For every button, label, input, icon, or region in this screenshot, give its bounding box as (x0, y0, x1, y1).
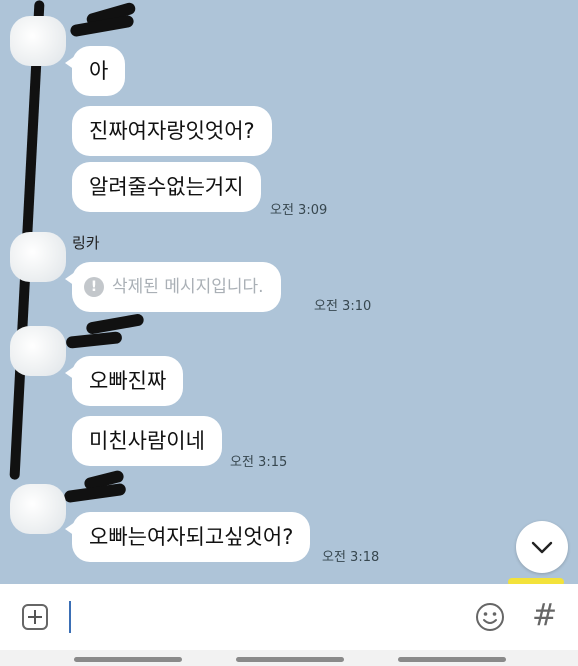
message-time: 오전 3:15 (230, 455, 288, 470)
sender-name: 링카 (72, 234, 100, 252)
message-bubble[interactable]: 아 (64, 46, 126, 96)
avatar[interactable] (10, 232, 66, 282)
message-time: 오전 3:09 (270, 203, 328, 218)
nav-recent-apps[interactable] (74, 657, 182, 662)
message-text: 오빠진짜 (89, 369, 167, 393)
plus-icon (28, 610, 42, 624)
deleted-message-bubble[interactable]: ! 삭제된 메시지입니다. (65, 262, 281, 312)
avatar[interactable] (10, 326, 66, 376)
message-text: 미친사람이네 (89, 429, 205, 453)
message-text: 알려줄수없는거지 (89, 175, 244, 199)
message-input[interactable] (69, 601, 71, 633)
message-bubble[interactable]: 미친사람이네 (72, 416, 222, 466)
redaction-scribble (63, 482, 127, 504)
attach-button[interactable] (22, 604, 48, 630)
redaction-scribble (65, 331, 123, 349)
scroll-to-bottom-button[interactable] (516, 521, 568, 573)
message-text: 오빠는여자되고싶엇어? (89, 525, 294, 549)
warning-icon: ! (84, 277, 104, 297)
emoji-button[interactable] (474, 601, 506, 633)
message-text: 삭제된 메시지입니다. (112, 277, 264, 297)
message-time: 오전 3:10 (314, 299, 372, 314)
message-time: 오전 3:18 (322, 550, 380, 565)
nav-home[interactable] (236, 657, 344, 662)
message-bubble[interactable]: 오빠진짜 (64, 356, 184, 406)
message-text: 아 (89, 59, 109, 83)
avatar[interactable] (10, 484, 66, 534)
message-bubble[interactable]: 알려줄수없는거지 (72, 162, 261, 212)
nav-back[interactable] (398, 657, 506, 662)
chat-area[interactable]: 아 진짜여자랑잇엇어? 알려줄수없는거지 오전 3:09 링카 ! 삭제된 메시지… (0, 0, 578, 584)
avatar[interactable] (10, 16, 66, 66)
emoji-icon (476, 603, 504, 631)
message-bubble[interactable]: 진짜여자랑잇엇어? (72, 106, 272, 156)
message-text: 진짜여자랑잇엇어? (89, 119, 255, 143)
message-bubble[interactable]: 오빠는여자되고싶엇어? (64, 512, 311, 562)
chevron-down-icon (531, 541, 553, 554)
hashtag-button[interactable]: # (532, 598, 557, 634)
